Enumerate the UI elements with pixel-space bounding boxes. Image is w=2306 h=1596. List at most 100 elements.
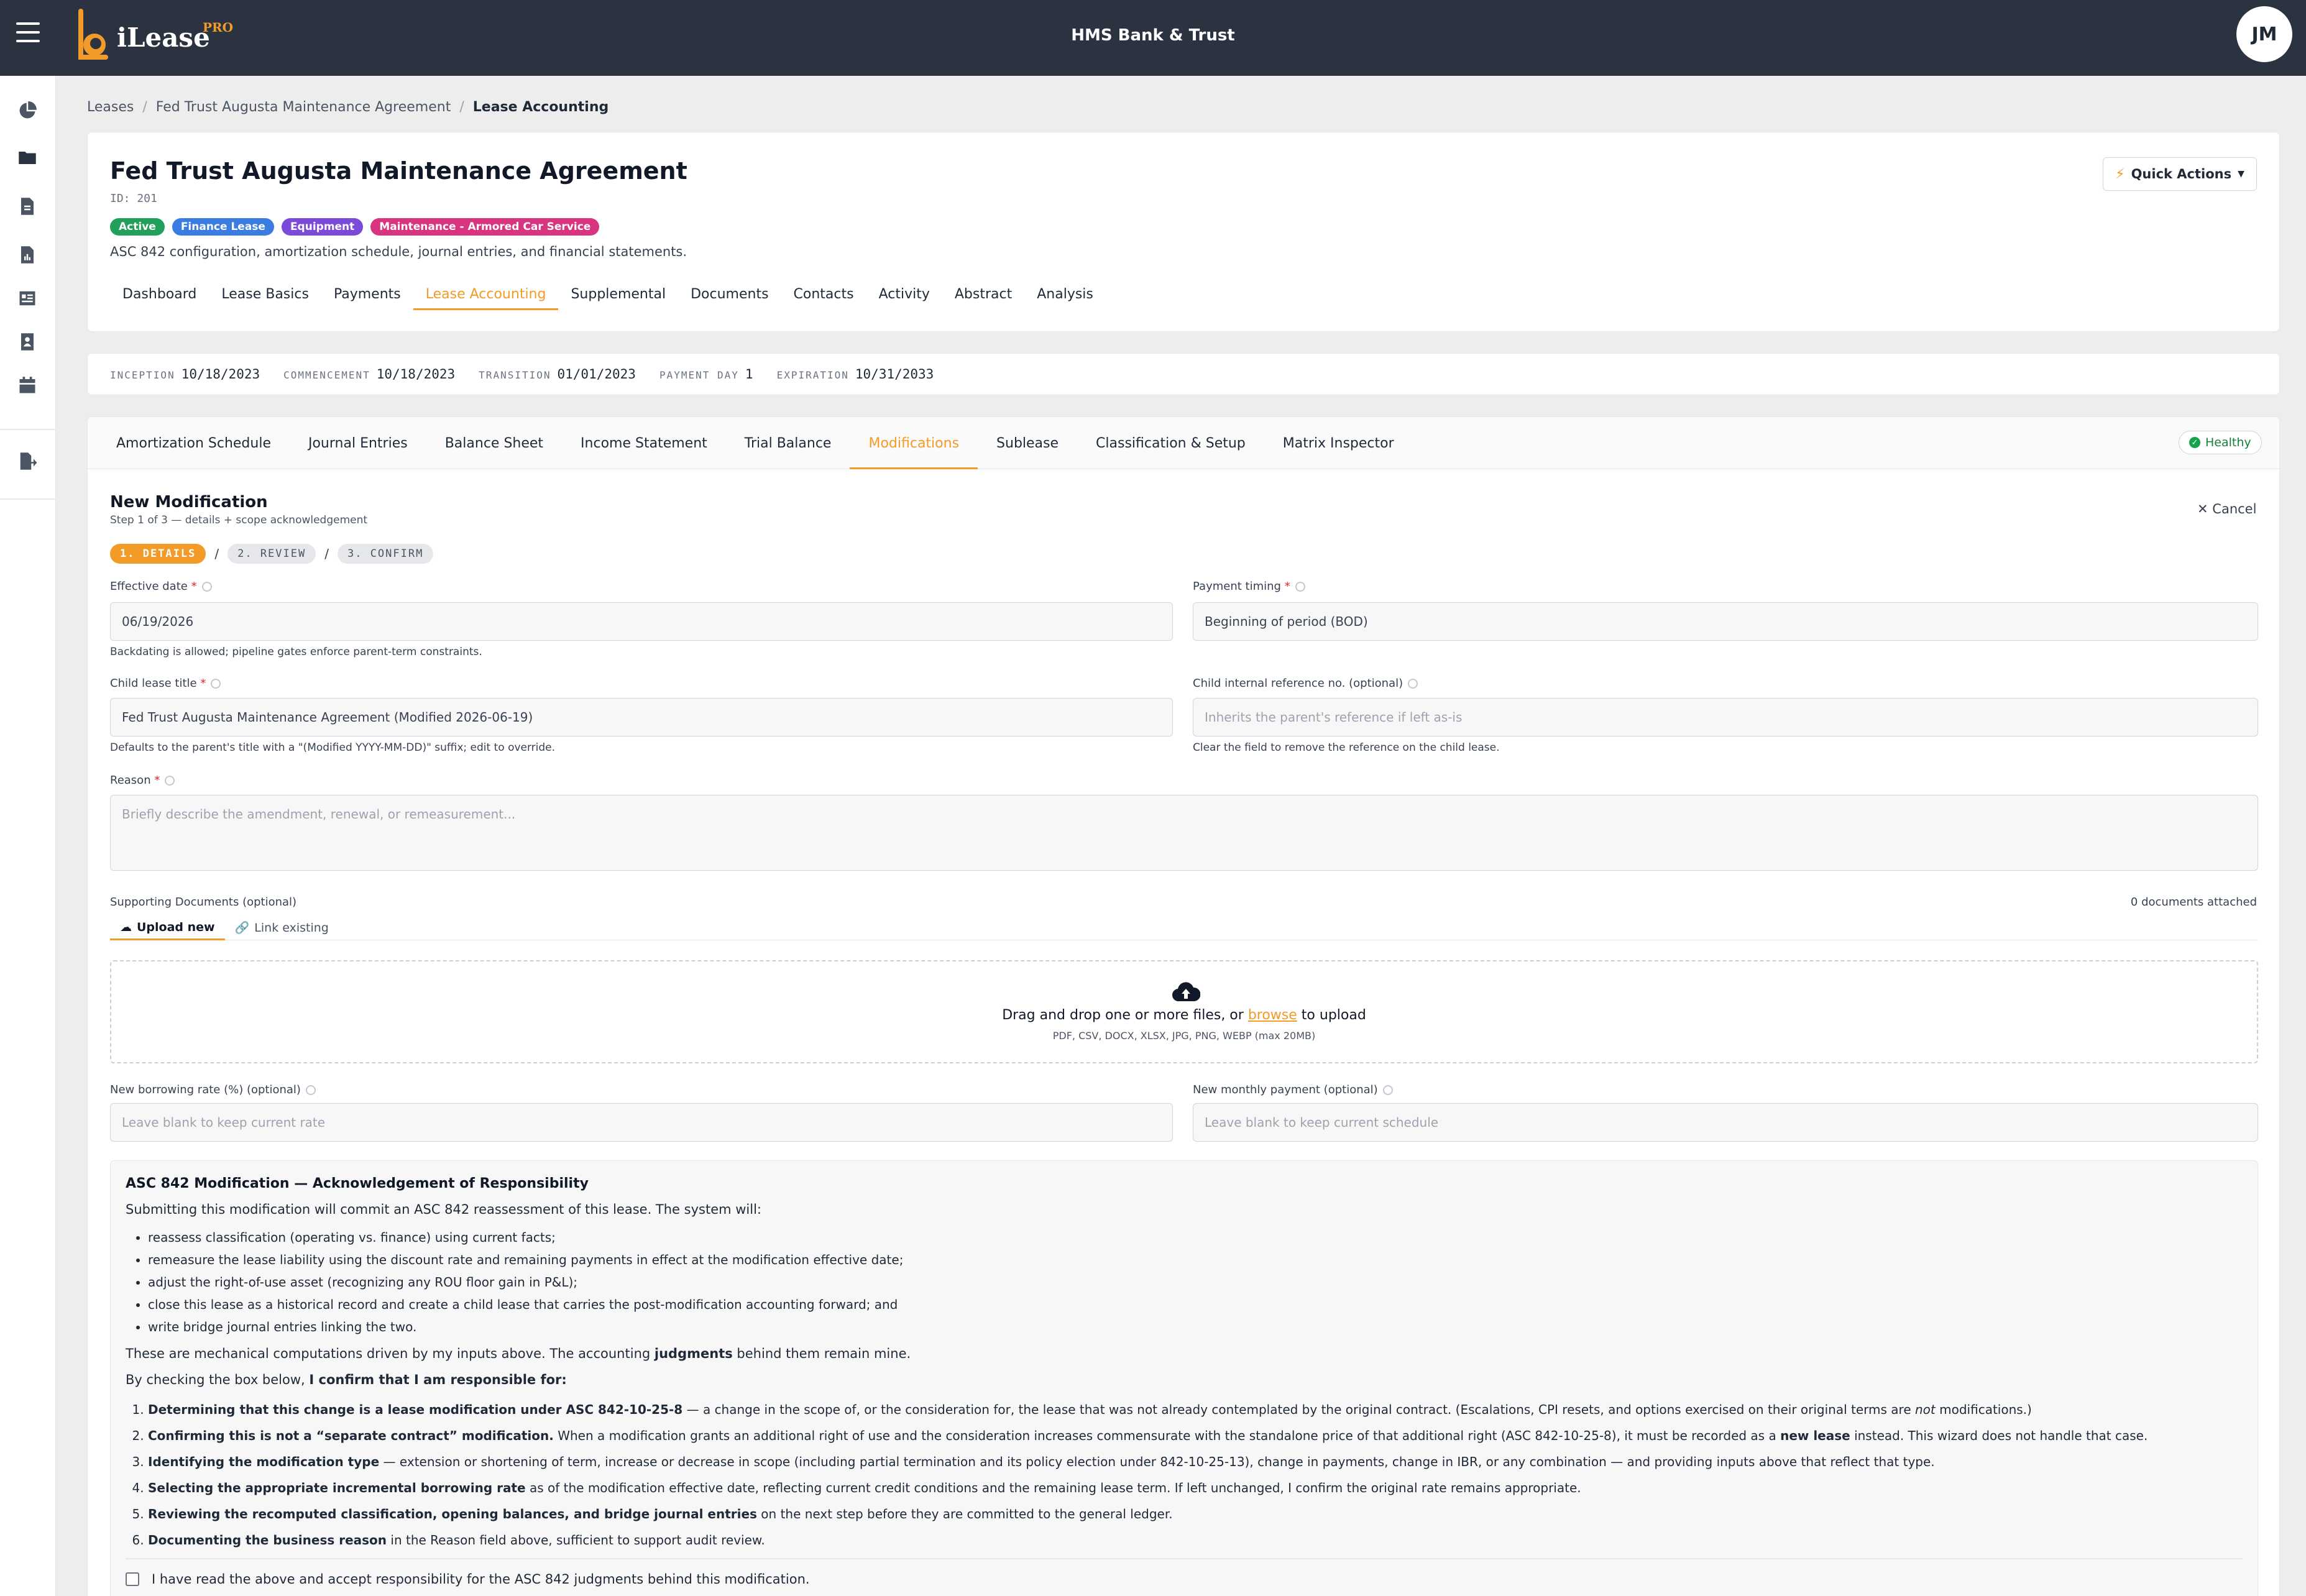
subtab-income-statement[interactable]: Income Statement bbox=[562, 417, 726, 469]
folder-icon[interactable] bbox=[15, 145, 40, 170]
list-item: remeasure the lease liability using the … bbox=[148, 1249, 2243, 1271]
supporting-docs-label: Supporting Documents (optional) bbox=[110, 896, 297, 909]
reason-textarea[interactable]: Briefly describe the amendment, renewal,… bbox=[110, 795, 2258, 871]
document-icon[interactable] bbox=[15, 194, 40, 219]
tab-abstract[interactable]: Abstract bbox=[942, 282, 1024, 318]
tab-lease-basics[interactable]: Lease Basics bbox=[209, 282, 321, 318]
sidebar-divider bbox=[0, 498, 56, 500]
breadcrumb-lease[interactable]: Fed Trust Augusta Maintenance Agreement bbox=[156, 99, 451, 115]
file-export-icon[interactable] bbox=[15, 449, 40, 474]
step-details: 1. DETAILS bbox=[110, 544, 206, 564]
tab-payments[interactable]: Payments bbox=[321, 282, 413, 318]
cloud-upload-icon: ☁ bbox=[120, 920, 132, 934]
report-icon[interactable] bbox=[15, 242, 40, 267]
info-icon bbox=[165, 776, 175, 786]
calendar-icon[interactable] bbox=[15, 373, 40, 398]
tab-link-existing[interactable]: 🔗 Link existing bbox=[225, 915, 339, 940]
effective-date-field[interactable]: 06/19/2026 bbox=[110, 602, 1173, 641]
check-circle-icon: ✓ bbox=[2189, 437, 2200, 448]
browse-link[interactable]: browse bbox=[1248, 1007, 1297, 1023]
subtab-matrix-inspector[interactable]: Matrix Inspector bbox=[1264, 417, 1413, 469]
stepper: 1. DETAILS / 2. REVIEW / 3. CONFIRM bbox=[110, 544, 434, 564]
tab-activity[interactable]: Activity bbox=[866, 282, 942, 318]
form-title: New Modification bbox=[110, 493, 268, 511]
borrowing-rate-field[interactable]: Leave blank to keep current rate bbox=[110, 1103, 1173, 1142]
monthly-payment-label: New monthly payment (optional) bbox=[1193, 1083, 1393, 1096]
breadcrumb-leases[interactable]: Leases bbox=[87, 99, 134, 115]
monthly-payment-field[interactable]: Leave blank to keep current schedule bbox=[1193, 1103, 2258, 1142]
payment-timing-select[interactable]: Beginning of period (BOD) bbox=[1193, 602, 2258, 641]
subtab-trial-balance[interactable]: Trial Balance bbox=[726, 417, 850, 469]
tab-dashboard[interactable]: Dashboard bbox=[110, 282, 209, 318]
subtab-journal-entries[interactable]: Journal Entries bbox=[290, 417, 426, 469]
avatar[interactable]: JM bbox=[2236, 6, 2292, 62]
child-title-help: Defaults to the parent's title with a "(… bbox=[110, 741, 556, 754]
child-title-label: Child lease title * bbox=[110, 677, 221, 690]
modifications-card: Amortization Schedule Journal Entries Ba… bbox=[87, 416, 2280, 1596]
breadcrumb: Leases / Fed Trust Augusta Maintenance Agr… bbox=[87, 99, 609, 115]
tab-documents[interactable]: Documents bbox=[678, 282, 781, 318]
subtab-modifications[interactable]: Modifications bbox=[850, 417, 978, 469]
list-item: Reviewing the recomputed classification,… bbox=[148, 1501, 2243, 1527]
ledger-icon[interactable] bbox=[15, 286, 40, 311]
list-item: Determining that this change is a lease … bbox=[148, 1396, 2243, 1423]
list-item: Identifying the modification type — exte… bbox=[148, 1449, 2243, 1475]
quick-actions-label: Quick Actions bbox=[2131, 167, 2232, 181]
tag-maintenance: Maintenance - Armored Car Service bbox=[370, 218, 600, 236]
docs-count: 0 documents attached bbox=[2130, 896, 2257, 909]
link-icon: 🔗 bbox=[234, 921, 250, 935]
subtab-sublease[interactable]: Sublease bbox=[978, 417, 1077, 469]
page-title: Fed Trust Augusta Maintenance Agreement bbox=[110, 157, 687, 185]
subtab-balance-sheet[interactable]: Balance Sheet bbox=[426, 417, 562, 469]
divider bbox=[126, 1558, 2243, 1559]
tab-analysis[interactable]: Analysis bbox=[1024, 282, 1106, 318]
list-item: reassess classification (operating vs. f… bbox=[148, 1226, 2243, 1249]
date-commencement: COMMENCEMENT 10/18/2023 bbox=[283, 367, 456, 382]
cancel-button[interactable]: ✕ Cancel bbox=[2197, 502, 2256, 516]
tab-lease-accounting[interactable]: Lease Accounting bbox=[413, 282, 559, 310]
child-ref-field[interactable]: Inherits the parent's reference if left … bbox=[1193, 698, 2258, 736]
info-icon bbox=[211, 679, 221, 689]
caret-down-icon: ▼ bbox=[2238, 169, 2244, 179]
dropzone-formats: PDF, CSV, DOCX, XLSX, JPG, PNG, WEBP (ma… bbox=[1052, 1030, 1316, 1042]
child-ref-help: Clear the field to remove the reference … bbox=[1193, 741, 1500, 754]
step-confirm: 3. CONFIRM bbox=[337, 544, 434, 564]
lease-header-card: Fed Trust Augusta Maintenance Agreement … bbox=[87, 132, 2280, 332]
ack-checkbox-row[interactable]: I have read the above and accept respons… bbox=[126, 1572, 2243, 1587]
info-icon bbox=[1382, 1085, 1393, 1095]
quick-actions-button[interactable]: ⚡ Quick Actions ▼ bbox=[2103, 157, 2257, 191]
sidebar bbox=[0, 76, 56, 1596]
form-step-text: Step 1 of 3 — details + scope acknowledg… bbox=[110, 514, 368, 526]
ack-intro: Submitting this modification will commit… bbox=[126, 1202, 762, 1217]
tab-contacts[interactable]: Contacts bbox=[781, 282, 866, 318]
tag-list: Active Finance Lease Equipment Maintenan… bbox=[110, 218, 600, 236]
tab-upload-new[interactable]: ☁ Upload new bbox=[110, 915, 225, 940]
info-icon bbox=[1408, 679, 1418, 689]
bank-name: HMS Bank & Trust bbox=[1071, 26, 1235, 45]
ack-title: ASC 842 Modification — Acknowledgement o… bbox=[126, 1176, 589, 1191]
dropzone-text: Drag and drop one or more files, or brow… bbox=[1002, 1007, 1366, 1023]
file-dropzone[interactable]: Drag and drop one or more files, or brow… bbox=[110, 960, 2258, 1063]
borrowing-rate-label: New borrowing rate (%) (optional) bbox=[110, 1083, 316, 1096]
acknowledgement-box: ASC 842 Modification — Acknowledgement o… bbox=[110, 1160, 2258, 1596]
info-icon bbox=[201, 582, 212, 592]
subtab-classification-setup[interactable]: Classification & Setup bbox=[1077, 417, 1264, 469]
child-ref-label: Child internal reference no. (optional) bbox=[1193, 677, 1418, 690]
tab-supplemental[interactable]: Supplemental bbox=[558, 282, 678, 318]
ack-checkbox[interactable] bbox=[126, 1572, 139, 1586]
list-item: Selecting the appropriate incremental bo… bbox=[148, 1475, 2243, 1501]
breadcrumb-current: Lease Accounting bbox=[472, 99, 609, 115]
top-bar: iLease PRO HMS Bank & Trust JM bbox=[0, 0, 2306, 76]
date-expiration: EXPIRATION 10/31/2033 bbox=[776, 367, 934, 382]
child-title-field[interactable]: Fed Trust Augusta Maintenance Agreement … bbox=[110, 698, 1173, 736]
status-badge: ✓ Healthy bbox=[2179, 431, 2262, 454]
upload-tabs: ☁ Upload new 🔗 Link existing bbox=[110, 915, 2258, 940]
pie-chart-icon[interactable] bbox=[15, 98, 40, 123]
contacts-icon[interactable] bbox=[15, 329, 40, 354]
main-tabs: Dashboard Lease Basics Payments Lease Ac… bbox=[110, 282, 1106, 318]
list-item: Documenting the business reason in the R… bbox=[148, 1527, 2243, 1553]
key-dates-bar: INCEPTION 10/18/2023 COMMENCEMENT 10/18/20… bbox=[87, 353, 2280, 395]
list-item: close this lease as a historical record … bbox=[148, 1293, 2243, 1316]
subtab-amortization-schedule[interactable]: Amortization Schedule bbox=[98, 417, 290, 469]
ack-confirm-intro: By checking the box below, I confirm tha… bbox=[126, 1372, 567, 1387]
